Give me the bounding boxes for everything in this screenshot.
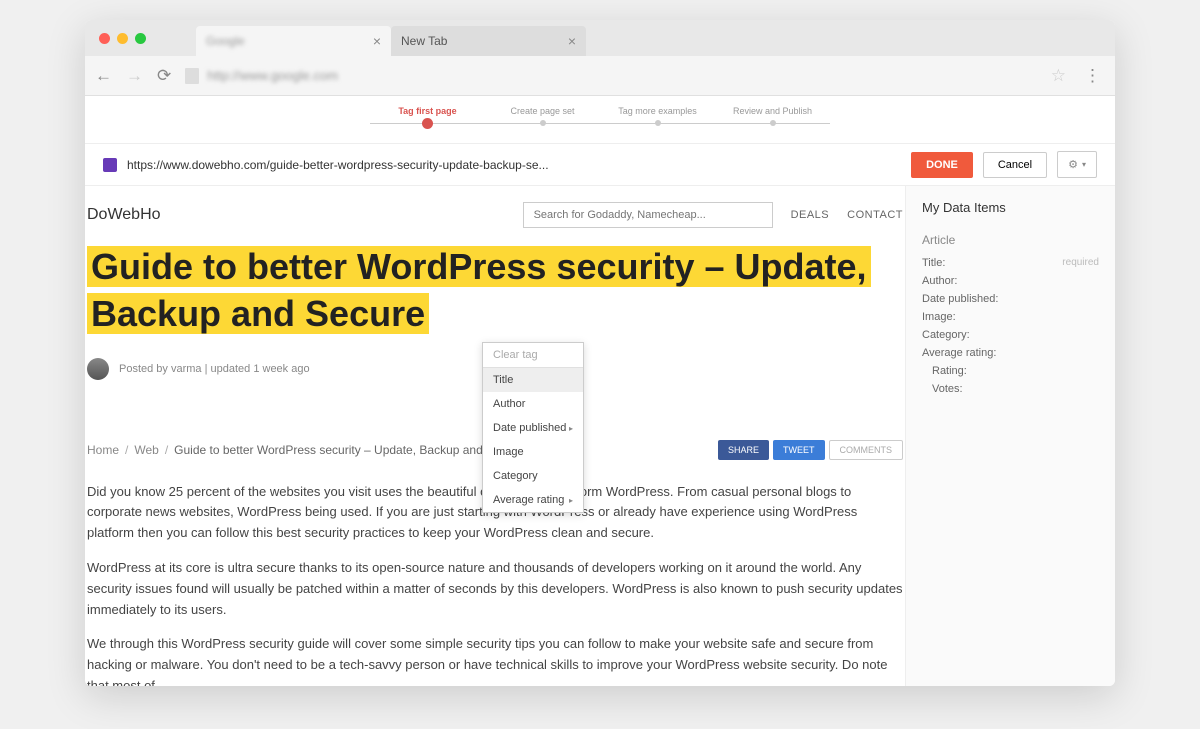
page-icon — [185, 68, 199, 84]
step-dot-icon — [540, 120, 546, 126]
body-paragraph: We through this WordPress security guide… — [87, 634, 903, 686]
field-category[interactable]: Category: — [922, 329, 1099, 341]
tab-title-blurred: Google — [206, 34, 245, 48]
progress-stepper: Tag first page Create page set Tag more … — [85, 96, 1115, 144]
address-bar[interactable]: http://www.google.com — [185, 68, 1037, 84]
sidebar-heading: My Data Items — [922, 200, 1099, 215]
window-controls — [99, 33, 146, 44]
close-window-icon[interactable] — [99, 33, 110, 44]
article: Guide to better WordPress security – Upd… — [85, 244, 905, 686]
avatar — [87, 358, 109, 380]
tweet-button[interactable]: TWEET — [773, 440, 825, 460]
close-tab-icon[interactable]: × — [373, 33, 381, 49]
menu-dots-icon[interactable]: ⋮ — [1080, 66, 1105, 86]
maximize-window-icon[interactable] — [135, 33, 146, 44]
article-title[interactable]: Guide to better WordPress security – Upd… — [87, 246, 871, 334]
field-author[interactable]: Author: — [922, 275, 1099, 287]
back-icon[interactable]: ← — [95, 66, 112, 86]
step-dot-icon — [422, 118, 433, 129]
step-tag-more-examples[interactable]: Tag more examples — [600, 106, 715, 129]
main-layout: DoWebHo DEALS CONTACT Guide to better Wo… — [85, 186, 1115, 686]
step-dot-icon — [770, 120, 776, 126]
ctx-item-author[interactable]: Author — [483, 392, 583, 416]
field-date-published[interactable]: Date published: — [922, 293, 1099, 305]
nav-contact[interactable]: CONTACT — [847, 209, 903, 221]
tag-context-menu: Clear tag Title Author Date published ▸ … — [482, 342, 584, 513]
data-items-sidebar: My Data Items Article Title: required Au… — [905, 186, 1115, 686]
minimize-window-icon[interactable] — [117, 33, 128, 44]
done-button[interactable]: DONE — [911, 152, 973, 178]
comments-button[interactable]: COMMENTS — [829, 440, 904, 460]
step-dot-icon — [655, 120, 661, 126]
breadcrumb-home[interactable]: Home — [87, 443, 119, 457]
browser-tab-new[interactable]: New Tab × — [391, 26, 586, 56]
chrome-tab-strip: Google × New Tab × — [85, 20, 1115, 56]
chevron-right-icon: ▸ — [569, 424, 573, 433]
page-content: DoWebHo DEALS CONTACT Guide to better Wo… — [85, 186, 905, 686]
ctx-clear-tag[interactable]: Clear tag — [483, 343, 583, 367]
close-tab-icon[interactable]: × — [568, 33, 576, 49]
url-favicon — [103, 158, 117, 172]
ctx-item-average-rating[interactable]: Average rating ▸ — [483, 488, 583, 512]
step-review-publish[interactable]: Review and Publish — [715, 106, 830, 129]
step-tag-first-page[interactable]: Tag first page — [370, 106, 485, 129]
reload-icon[interactable]: ⟳ — [157, 66, 171, 86]
settings-button[interactable]: ⚙ ▾ — [1057, 151, 1097, 178]
body-paragraph: WordPress at its core is ultra secure th… — [87, 558, 903, 620]
chevron-right-icon: ▸ — [569, 496, 573, 505]
ctx-item-category[interactable]: Category — [483, 464, 583, 488]
ctx-item-title[interactable]: Title — [483, 368, 583, 392]
nav-deals[interactable]: DEALS — [791, 209, 830, 221]
meta-text: Posted by varma | updated 1 week ago — [119, 363, 310, 375]
action-bar: https://www.dowebho.com/guide-better-wor… — [85, 144, 1115, 186]
caret-down-icon: ▾ — [1082, 160, 1086, 169]
cancel-button[interactable]: Cancel — [983, 152, 1047, 178]
gear-icon: ⚙ — [1068, 158, 1078, 171]
field-rating[interactable]: Rating: — [922, 365, 1099, 377]
browser-window: Google × New Tab × ← → ⟳ http://www.goog… — [85, 20, 1115, 686]
ctx-item-date-published[interactable]: Date published ▸ — [483, 416, 583, 440]
breadcrumb-current: Guide to better WordPress security – Upd… — [174, 443, 524, 457]
field-image[interactable]: Image: — [922, 311, 1099, 323]
breadcrumb-web[interactable]: Web — [134, 443, 158, 457]
ctx-item-image[interactable]: Image — [483, 440, 583, 464]
forward-icon[interactable]: → — [126, 66, 143, 86]
search-input[interactable] — [523, 202, 773, 228]
url-text-blurred: http://www.google.com — [207, 68, 338, 83]
bookmark-star-icon[interactable]: ☆ — [1051, 66, 1066, 86]
page-url: https://www.dowebho.com/guide-better-wor… — [127, 158, 901, 172]
field-title[interactable]: Title: required — [922, 257, 1099, 269]
field-average-rating[interactable]: Average rating: — [922, 347, 1099, 359]
browser-tab-active[interactable]: Google × — [196, 26, 391, 56]
share-button[interactable]: SHARE — [718, 440, 769, 460]
site-logo[interactable]: DoWebHo — [87, 206, 161, 224]
sidebar-group-article: Article — [922, 233, 1099, 247]
chrome-toolbar: ← → ⟳ http://www.google.com ☆ ⋮ — [85, 56, 1115, 96]
tab-title: New Tab — [401, 34, 447, 48]
field-votes[interactable]: Votes: — [922, 383, 1099, 395]
step-create-page-set[interactable]: Create page set — [485, 106, 600, 129]
site-header: DoWebHo DEALS CONTACT — [85, 186, 905, 244]
